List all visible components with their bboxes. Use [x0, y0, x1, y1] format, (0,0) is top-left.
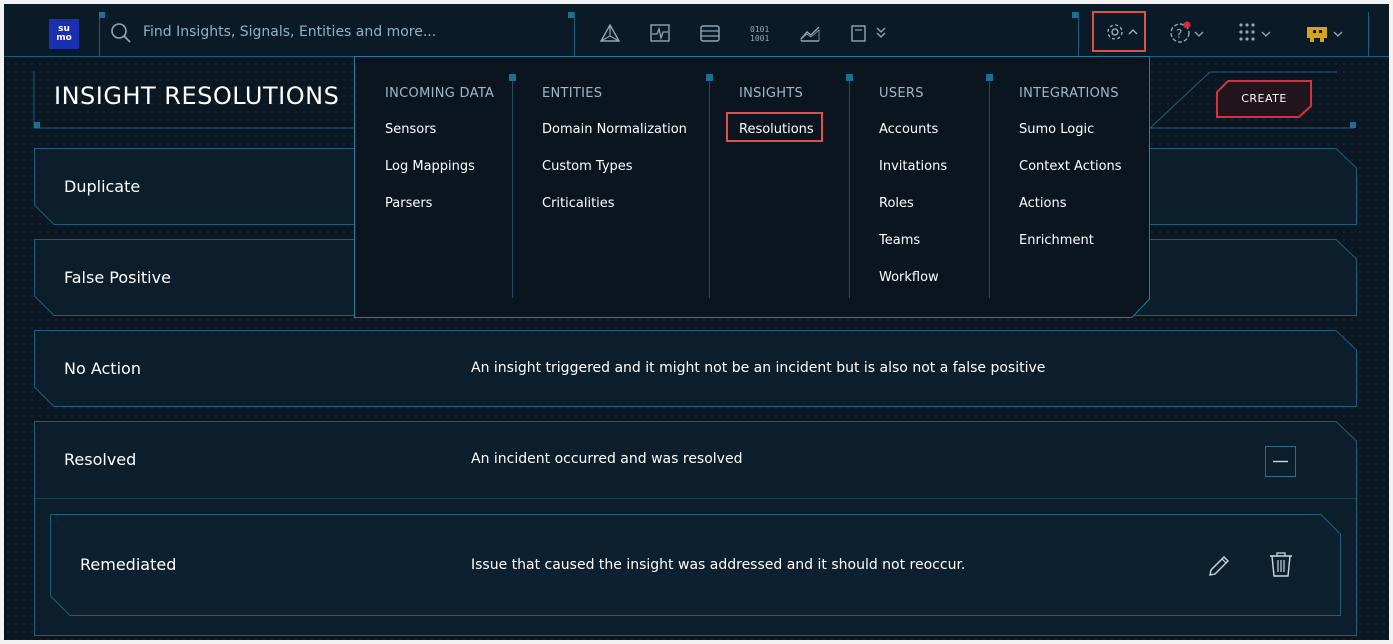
- menu-heading: INSIGHTS: [739, 86, 804, 101]
- menu-divider: [846, 74, 853, 298]
- menu-item-roles[interactable]: Roles: [879, 196, 914, 211]
- content-icon[interactable]: [850, 22, 890, 44]
- search-input[interactable]: [143, 20, 563, 44]
- menu-item-parsers[interactable]: Parsers: [385, 196, 432, 211]
- divider: [99, 12, 100, 56]
- avatar-icon: [1307, 27, 1343, 42]
- menu-item-accounts[interactable]: Accounts: [879, 122, 938, 137]
- resolution-name: No Action: [64, 359, 141, 378]
- menu-divider: [509, 74, 516, 298]
- records-icon[interactable]: [698, 22, 722, 44]
- menu-item-invitations[interactable]: Invitations: [879, 159, 947, 174]
- menu-item-log-mappings[interactable]: Log Mappings: [385, 159, 475, 174]
- menu-item-criticalities[interactable]: Criticalities: [542, 196, 615, 211]
- collapse-button[interactable]: [1265, 446, 1296, 477]
- help-icon: ?: [1170, 21, 1204, 43]
- delete-icon[interactable]: [1268, 551, 1294, 579]
- menu-divider: [986, 74, 993, 298]
- menu-item-sensors[interactable]: Sensors: [385, 122, 436, 137]
- sumo-logo[interactable]: su mo: [49, 19, 79, 49]
- resolution-name: False Positive: [64, 268, 171, 287]
- page-title: INSIGHT RESOLUTIONS: [54, 82, 340, 110]
- minus-icon: [1265, 446, 1296, 477]
- svg-text:0101: 0101: [750, 25, 769, 34]
- menu-item-custom-types[interactable]: Custom Types: [542, 159, 633, 174]
- grid-icon: [1239, 23, 1271, 41]
- entities-icon[interactable]: 0101 1001: [748, 22, 772, 44]
- settings-button[interactable]: [1092, 11, 1146, 52]
- apps-button[interactable]: [1236, 18, 1280, 46]
- resolution-name: Remediated: [80, 555, 177, 574]
- menu-heading: INTEGRATIONS: [1019, 86, 1119, 101]
- app-window: su mo 01011001: [4, 4, 1389, 640]
- menu-heading: USERS: [879, 86, 924, 101]
- resolution-description: An incident occurred and was resolved: [471, 451, 743, 467]
- settings-menu: INCOMING DATA Sensors Log Mappings Parse…: [354, 56, 1150, 318]
- signals-icon[interactable]: [648, 22, 672, 44]
- child-resolution-row[interactable]: Remediated Issue that caused the insight…: [50, 514, 1341, 616]
- menu-item-workflow[interactable]: Workflow: [879, 270, 939, 285]
- menu-divider: [706, 74, 713, 298]
- user-menu-button[interactable]: [1304, 18, 1348, 46]
- menu-heading: INCOMING DATA: [385, 86, 495, 101]
- svg-text:?: ?: [1176, 27, 1182, 41]
- help-button[interactable]: ?: [1166, 18, 1210, 46]
- create-button[interactable]: CREATE: [1216, 80, 1312, 118]
- menu-item-actions[interactable]: Actions: [1019, 196, 1067, 211]
- divider: [574, 12, 575, 56]
- resolution-name: Resolved: [64, 450, 137, 469]
- divider: [1078, 12, 1079, 56]
- menu-item-sumo-logic[interactable]: Sumo Logic: [1019, 122, 1094, 137]
- menu-heading: ENTITIES: [542, 86, 603, 101]
- divider: [1368, 12, 1369, 56]
- analytics-icon[interactable]: [798, 22, 822, 44]
- selected-menu-highlight: [726, 112, 823, 142]
- search-icon[interactable]: [110, 22, 132, 44]
- resolution-description: An insight triggered and it might not be…: [471, 360, 1046, 376]
- edit-icon[interactable]: [1205, 552, 1233, 580]
- menu-item-context-actions[interactable]: Context Actions: [1019, 159, 1122, 174]
- insights-icon[interactable]: [598, 22, 622, 44]
- svg-text:1001: 1001: [750, 34, 769, 43]
- resolution-name: Duplicate: [64, 177, 141, 196]
- menu-item-domain-normalization[interactable]: Domain Normalization: [542, 122, 687, 137]
- top-bar: su mo 01011001: [4, 4, 1389, 57]
- resolution-description: Issue that caused the insight was addres…: [471, 557, 966, 573]
- resolution-row[interactable]: No Action An insight triggered and it mi…: [34, 330, 1357, 407]
- menu-item-teams[interactable]: Teams: [879, 233, 920, 248]
- gear-icon: [1107, 24, 1138, 40]
- menu-item-enrichment[interactable]: Enrichment: [1019, 233, 1094, 248]
